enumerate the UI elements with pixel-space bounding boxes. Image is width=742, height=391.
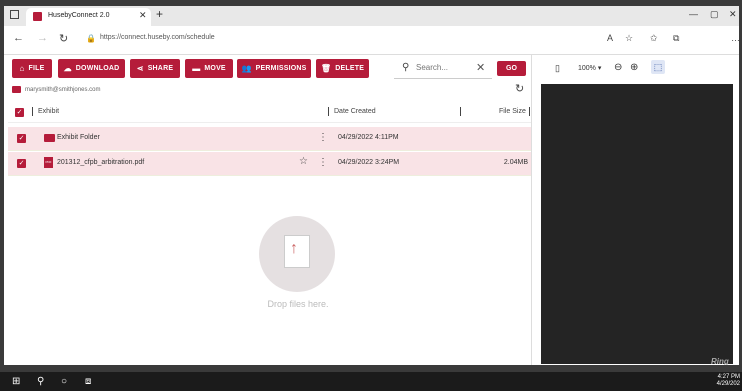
more-options-icon[interactable]: ⋮ — [318, 132, 328, 143]
tab-actions-icon[interactable] — [10, 10, 19, 19]
row-name[interactable]: Exhibit Folder — [57, 134, 100, 141]
home-icon: ⌂ — [19, 64, 25, 73]
browser-tab[interactable]: HusebyConnect 2.0 ✕ — [26, 8, 151, 26]
move-button[interactable]: ▬ MOVE — [185, 59, 233, 78]
dropzone[interactable]: ↑ — [259, 216, 335, 292]
folder-icon — [12, 86, 21, 93]
more-icon[interactable]: … — [731, 33, 739, 43]
share-icon: ⋖ — [136, 64, 144, 73]
row-checkbox[interactable]: ✓ — [17, 159, 26, 168]
download-button-label: DOWNLOAD — [75, 65, 120, 72]
minimize-icon[interactable]: — — [689, 9, 698, 19]
table-row[interactable]: ✓ Exhibit Folder ⋮ 04/29/2022 4:11PM — [8, 127, 532, 151]
favorites-icon[interactable]: ✩ — [650, 33, 658, 44]
column-separator[interactable] — [32, 107, 33, 116]
download-button[interactable]: ☁ DOWNLOAD — [58, 59, 125, 78]
permissions-button-label: PERMISSIONS — [255, 65, 307, 72]
zoom-out-icon[interactable]: ⊖ — [614, 62, 622, 73]
title-bar: HusebyConnect 2.0 ✕ + — ▢ ✕ — [4, 6, 739, 26]
zoom-level[interactable]: 100% ▾ — [578, 64, 601, 72]
column-separator[interactable] — [328, 107, 329, 116]
favorite-icon[interactable]: ☆ — [625, 33, 633, 44]
breadcrumb-label: marysmith@smithjones.com — [25, 86, 101, 93]
preview-canvas[interactable] — [541, 84, 733, 364]
row-size: 2.04MB — [503, 159, 528, 166]
marquee-select-icon[interactable]: ⬚ — [651, 60, 665, 74]
pdf-file-icon: PDF — [44, 157, 53, 168]
go-button[interactable]: GO — [497, 61, 526, 76]
lock-icon[interactable]: 🔒 — [86, 34, 96, 43]
row-date: 04/29/2022 4:11PM — [338, 134, 399, 141]
windows-start-icon[interactable]: ⊞ — [12, 376, 20, 387]
new-tab-icon[interactable]: + — [156, 7, 163, 21]
folder-icon — [44, 134, 55, 142]
table-row[interactable]: ✓ PDF 201312_cfpb_arbitration.pdf ☆ ⋮ 04… — [8, 152, 532, 176]
preview-toolbar: ▯ 100% ▾ ⊖ ⊕ ⬚ — [532, 60, 739, 80]
clock-date: 4/29/202 — [716, 381, 740, 387]
panel-divider[interactable] — [531, 54, 532, 365]
close-tab-icon[interactable]: ✕ — [139, 10, 147, 21]
search-input[interactable] — [414, 62, 478, 73]
close-window-icon[interactable]: ✕ — [729, 9, 737, 20]
delete-button-label: DELETE — [335, 65, 365, 72]
trash-icon: 🗑 — [320, 64, 332, 73]
watermark: Ring — [711, 357, 729, 365]
more-options-icon[interactable]: ⋮ — [318, 157, 328, 168]
column-header-exhibit[interactable]: Exhibit — [38, 108, 59, 115]
search-icon: ⚲ — [402, 62, 410, 73]
clock-time: 4:27 PM — [717, 374, 740, 380]
row-date: 04/29/2022 3:24PM — [338, 159, 400, 166]
forward-icon[interactable]: → — [37, 32, 48, 44]
page-icon[interactable]: ▯ — [555, 63, 560, 74]
share-button[interactable]: ⋖ SHARE — [130, 59, 180, 78]
file-button[interactable]: ⌂ FILE — [12, 59, 52, 78]
file-button-label: FILE — [28, 65, 45, 72]
select-all-checkbox[interactable]: ✓ — [15, 108, 24, 117]
column-header-size[interactable]: File Size — [499, 108, 526, 115]
taskbar: ⊞ ⚲ ○ ⧈ 4:27 PM 4/29/202 — [0, 372, 742, 391]
delete-button[interactable]: 🗑 DELETE — [316, 59, 369, 78]
search-icon[interactable]: ⚲ — [37, 376, 44, 387]
column-header-date[interactable]: Date Created — [334, 108, 376, 115]
reload-icon[interactable]: ↻ — [59, 32, 68, 45]
maximize-icon[interactable]: ▢ — [710, 9, 719, 20]
dropzone-text: Drop files here. — [267, 299, 329, 309]
table-header: ✓ Exhibit Date Created File Size — [8, 103, 532, 123]
upload-file-icon: ↑ — [284, 235, 310, 268]
search-box: ⚲ ✕ — [394, 59, 492, 79]
collections-icon[interactable]: ⧉ — [673, 33, 679, 44]
favicon-icon — [33, 12, 42, 21]
clear-search-icon[interactable]: ✕ — [476, 61, 485, 74]
share-button-label: SHARE — [147, 65, 174, 72]
read-aloud-icon[interactable]: A — [607, 33, 613, 43]
column-separator[interactable] — [529, 107, 530, 116]
zoom-value: 100% — [578, 65, 596, 72]
move-button-label: MOVE — [204, 65, 226, 72]
system-clock[interactable]: 4:27 PM 4/29/202 — [717, 374, 740, 388]
permissions-button[interactable]: 👥 PERMISSIONS — [237, 59, 311, 78]
cloud-download-icon: ☁ — [63, 64, 72, 73]
address-bar: ← → ↻ 🔒 https://connect.huseby.com/sched… — [4, 26, 739, 55]
people-icon: 👥 — [241, 64, 252, 73]
breadcrumb[interactable]: marysmith@smithjones.com — [12, 86, 100, 93]
tab-title: HusebyConnect 2.0 — [48, 12, 110, 19]
url-text: https://connect.huseby.com/schedule — [100, 34, 215, 41]
refresh-icon[interactable]: ↻ — [515, 82, 524, 95]
row-name[interactable]: 201312_cfpb_arbitration.pdf — [57, 159, 144, 166]
browser-window: HusebyConnect 2.0 ✕ + — ▢ ✕ ← → ↻ 🔒 http… — [4, 6, 739, 365]
cortana-icon[interactable]: ○ — [61, 376, 67, 387]
upload-arrow-icon: ↑ — [290, 240, 298, 257]
folder-icon: ▬ — [192, 64, 201, 73]
zoom-in-icon[interactable]: ⊕ — [630, 62, 638, 73]
back-icon[interactable]: ← — [13, 32, 24, 44]
url-field[interactable]: 🔒 https://connect.huseby.com/schedule — [80, 29, 590, 49]
column-separator[interactable] — [460, 107, 461, 116]
task-view-icon[interactable]: ⧈ — [85, 376, 91, 387]
star-icon[interactable]: ☆ — [299, 156, 308, 167]
row-checkbox[interactable]: ✓ — [17, 134, 26, 143]
